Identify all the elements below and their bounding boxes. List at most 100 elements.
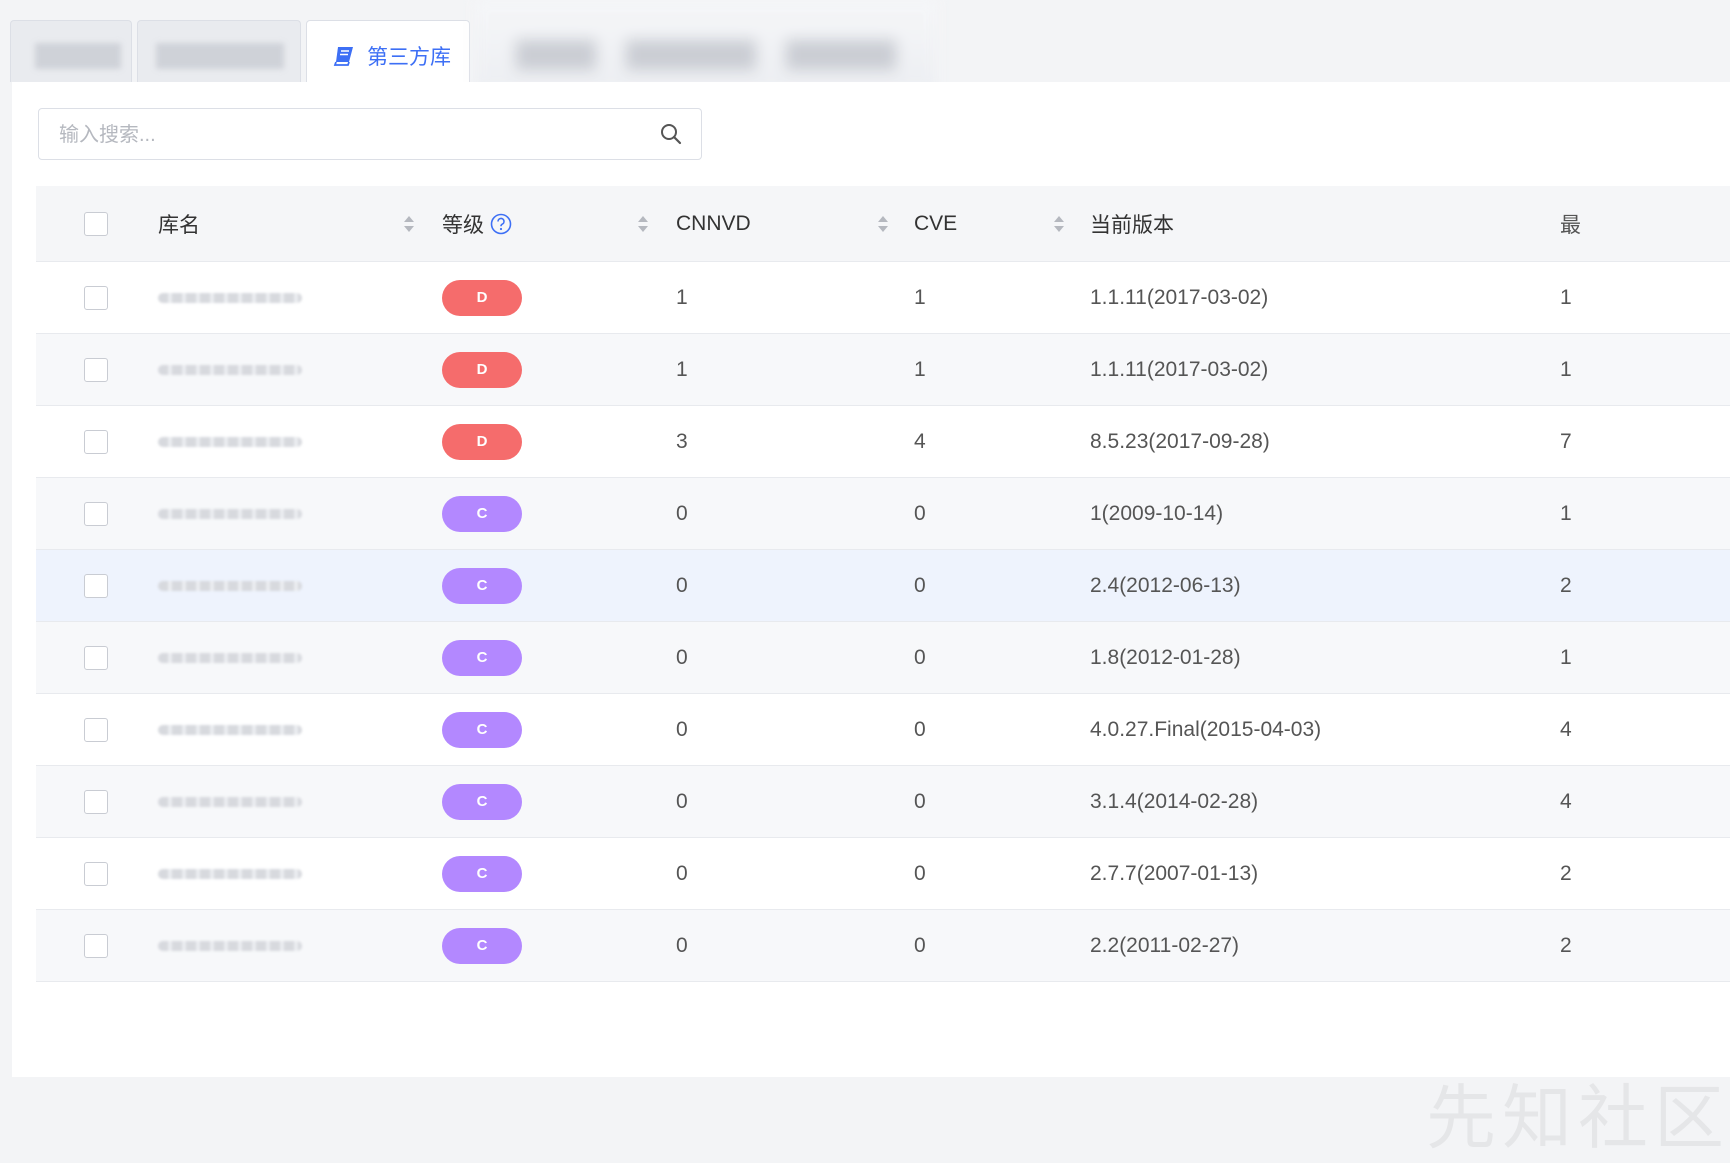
sort-icon[interactable] xyxy=(876,214,890,234)
cve-count: 0 xyxy=(914,789,926,813)
grade-badge: D xyxy=(442,351,522,388)
grade-badge: C xyxy=(442,711,522,748)
cve-count: 1 xyxy=(914,285,926,309)
cnnvd-count: 3 xyxy=(676,429,688,453)
cnnvd-count: 0 xyxy=(676,789,688,813)
help-icon[interactable] xyxy=(490,213,512,235)
tab-4[interactable] xyxy=(476,0,936,92)
library-name-redacted xyxy=(158,868,302,879)
cnnvd-count: 1 xyxy=(676,357,688,381)
library-name-redacted xyxy=(158,724,302,735)
cve-count: 1 xyxy=(914,357,926,381)
current-version: 1(2009-10-14) xyxy=(1090,501,1224,525)
table-row[interactable]: D 1 1 1.1.11(2017-03-02) 1 xyxy=(36,262,1730,334)
cnnvd-count: 0 xyxy=(676,933,688,957)
row-checkbox[interactable] xyxy=(84,717,108,742)
library-name-redacted xyxy=(158,940,302,951)
sort-icon[interactable] xyxy=(1052,214,1066,234)
table-row[interactable]: C 0 0 3.1.4(2014-02-28) 4 xyxy=(36,766,1730,838)
row-checkbox[interactable] xyxy=(84,285,108,310)
table-row[interactable]: C 0 0 1(2009-10-14) 1 xyxy=(36,478,1730,550)
cve-count: 4 xyxy=(914,429,926,453)
library-name-redacted xyxy=(158,508,302,519)
latest-version: 2 xyxy=(1560,573,1572,597)
sort-icon[interactable] xyxy=(402,214,416,234)
watermark: 先知社区 xyxy=(1426,1079,1730,1157)
row-checkbox[interactable] xyxy=(84,429,108,454)
grade-badge: C xyxy=(442,855,522,892)
tab-1[interactable] xyxy=(10,20,132,82)
cnnvd-count: 1 xyxy=(676,285,688,309)
search-box xyxy=(38,108,702,160)
cve-count: 0 xyxy=(914,501,926,525)
table-header: 库名 等级 CNNVD CVE 当前版本 最 xyxy=(36,186,1730,262)
table-row[interactable]: C 0 0 2.4(2012-06-13) 2 xyxy=(36,550,1730,622)
tab-bar: 第三方库 xyxy=(0,0,1730,92)
row-checkbox[interactable] xyxy=(84,861,108,886)
cve-count: 0 xyxy=(914,573,926,597)
current-version: 1.1.11(2017-03-02) xyxy=(1090,285,1269,309)
latest-version: 2 xyxy=(1560,933,1572,957)
latest-version: 1 xyxy=(1560,501,1572,525)
grade-badge: C xyxy=(442,783,522,820)
library-name-redacted xyxy=(158,652,302,663)
table-row[interactable]: C 0 0 2.7.7(2007-01-13) 2 xyxy=(36,838,1730,910)
column-header-latest[interactable]: 最 xyxy=(1560,186,1730,261)
latest-version: 4 xyxy=(1560,789,1572,813)
table-row[interactable]: C 0 0 1.8(2012-01-28) 1 xyxy=(36,622,1730,694)
library-name-redacted xyxy=(158,364,302,375)
cnnvd-count: 0 xyxy=(676,861,688,885)
library-name-redacted xyxy=(158,796,302,807)
tab-label: 第三方库 xyxy=(333,41,451,71)
sort-icon[interactable] xyxy=(636,214,650,234)
column-header-grade[interactable]: 等级 xyxy=(442,186,512,261)
cnnvd-count: 0 xyxy=(676,501,688,525)
grade-badge: C xyxy=(442,927,522,964)
library-name-redacted xyxy=(158,436,302,447)
current-version: 1.1.11(2017-03-02) xyxy=(1090,357,1269,381)
current-version: 8.5.23(2017-09-28) xyxy=(1090,429,1270,453)
row-checkbox[interactable] xyxy=(84,789,108,814)
latest-version: 1 xyxy=(1560,285,1572,309)
current-version: 3.1.4(2014-02-28) xyxy=(1090,789,1259,813)
tab-third-party-libraries[interactable]: 第三方库 xyxy=(306,20,470,83)
grade-badge: D xyxy=(442,423,522,460)
column-header-name[interactable]: 库名 xyxy=(158,186,200,261)
library-name-redacted xyxy=(158,580,302,591)
table-row[interactable]: C 0 0 2.2(2011-02-27) 2 xyxy=(36,910,1730,982)
row-checkbox[interactable] xyxy=(84,573,108,598)
search-icon[interactable] xyxy=(659,122,683,146)
latest-version: 2 xyxy=(1560,861,1572,885)
library-name-redacted xyxy=(158,292,302,303)
row-checkbox[interactable] xyxy=(84,501,108,526)
search-input[interactable] xyxy=(57,121,641,149)
main-panel: 库名 等级 CNNVD CVE 当前版本 最 D 1 1 1.1.11(2017-03… xyxy=(12,82,1730,1157)
cve-count: 0 xyxy=(914,933,926,957)
column-header-current-version[interactable]: 当前版本 xyxy=(1090,186,1174,261)
grade-badge: C xyxy=(442,495,522,532)
tab-2[interactable] xyxy=(137,20,301,82)
current-version: 2.7.7(2007-01-13) xyxy=(1090,861,1259,885)
cve-count: 0 xyxy=(914,717,926,741)
current-version: 2.4(2012-06-13) xyxy=(1090,573,1241,597)
table-row[interactable]: C 0 0 4.0.27.Final(2015-04-03) 4 xyxy=(36,694,1730,766)
row-checkbox[interactable] xyxy=(84,933,108,958)
table-row[interactable]: D 1 1 1.1.11(2017-03-02) 1 xyxy=(36,334,1730,406)
book-icon xyxy=(333,47,353,66)
row-checkbox[interactable] xyxy=(84,645,108,670)
cnnvd-count: 0 xyxy=(676,573,688,597)
cve-count: 0 xyxy=(914,861,926,885)
latest-version: 1 xyxy=(1560,645,1572,669)
select-all-checkbox[interactable] xyxy=(84,211,108,236)
grade-badge: D xyxy=(442,279,522,316)
cnnvd-count: 0 xyxy=(676,645,688,669)
grade-badge: C xyxy=(442,639,522,676)
cnnvd-count: 0 xyxy=(676,717,688,741)
column-header-cnnvd[interactable]: CNNVD xyxy=(676,186,751,261)
table-row[interactable]: D 3 4 8.5.23(2017-09-28) 7 xyxy=(36,406,1730,478)
current-version: 4.0.27.Final(2015-04-03) xyxy=(1090,717,1322,741)
column-header-cve[interactable]: CVE xyxy=(914,186,957,261)
latest-version: 7 xyxy=(1560,429,1572,453)
row-checkbox[interactable] xyxy=(84,357,108,382)
grade-badge: C xyxy=(442,567,522,604)
